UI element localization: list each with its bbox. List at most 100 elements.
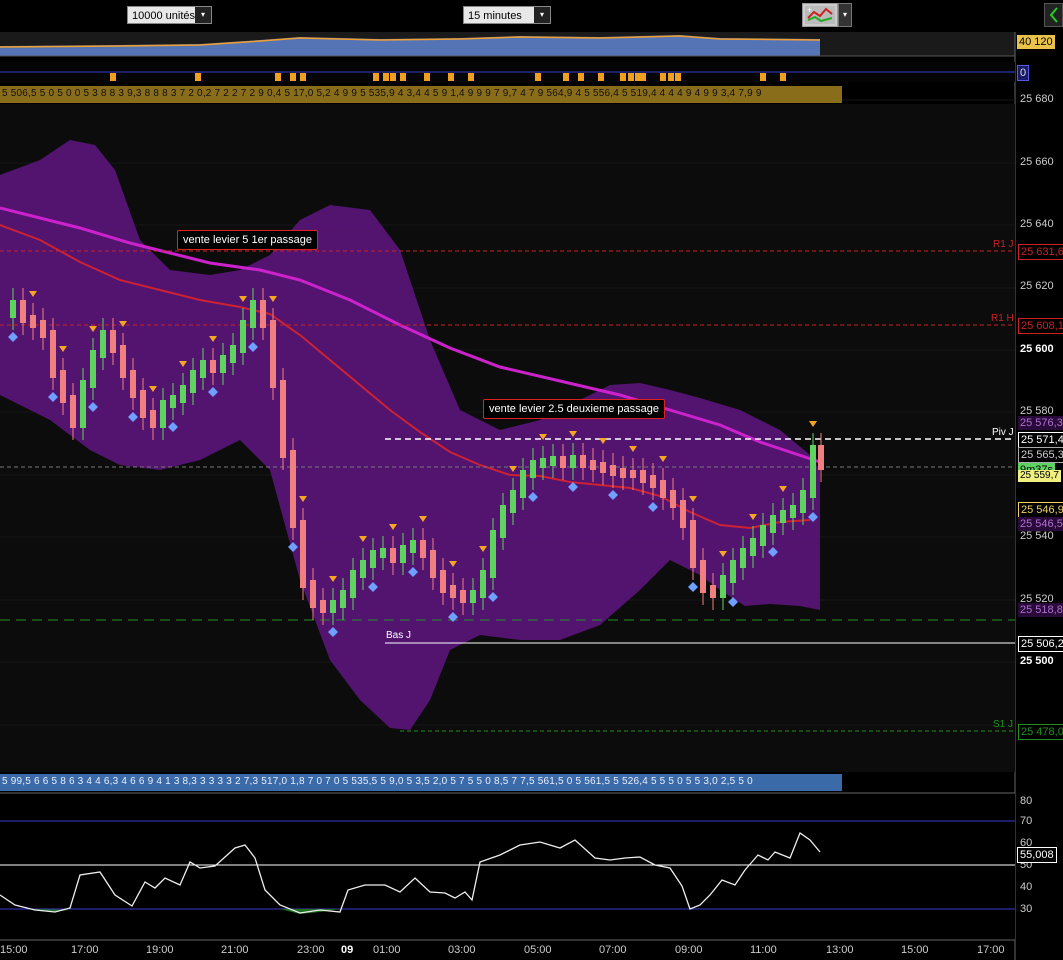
signal-marker xyxy=(448,73,454,81)
day-low-label: Bas J xyxy=(386,630,412,641)
candle-body xyxy=(730,560,736,583)
signal-marker xyxy=(780,73,786,81)
band-upper-tag: 25 576,3 xyxy=(1018,416,1063,430)
candle-body xyxy=(490,530,496,578)
candle-body xyxy=(740,548,746,568)
candle-body xyxy=(310,580,316,608)
candle-body xyxy=(810,445,816,498)
candle-body xyxy=(370,550,376,568)
candle-body xyxy=(570,455,576,468)
candle-body xyxy=(320,600,326,613)
oscillator-tick: 70 xyxy=(1020,815,1033,827)
time-tick: 13:00 xyxy=(826,944,854,956)
r1-day-label: R1 J xyxy=(993,239,1014,250)
time-tick: 01:00 xyxy=(373,944,401,956)
candle-body xyxy=(160,400,166,428)
candle-body xyxy=(230,345,236,363)
candle-body xyxy=(20,300,26,323)
candle-body xyxy=(270,320,276,388)
candle-body xyxy=(380,548,386,558)
candle-body xyxy=(410,540,416,553)
signal-marker xyxy=(628,73,634,81)
candle-body xyxy=(540,458,546,468)
trade-note-2[interactable]: vente levier 2.5 deuxieme passage xyxy=(483,399,665,419)
candle-body xyxy=(480,570,486,598)
volume-strip-bottom: 5 99,5 6 6 5 8 6 3 4 4 6,3 4 6 6 9 4 1 3… xyxy=(0,774,842,791)
signal-marker xyxy=(424,73,430,81)
candle-body xyxy=(700,560,706,593)
candle-body xyxy=(250,300,256,328)
volume-strip-bottom-text: 5 99,5 6 6 5 8 6 3 4 4 6,3 4 6 6 9 4 1 3… xyxy=(2,776,753,787)
signal-marker xyxy=(400,73,406,81)
signal-marker xyxy=(373,73,379,81)
price-tick: 25 660 xyxy=(1020,156,1054,168)
candle-body xyxy=(400,545,406,563)
candle-body xyxy=(680,500,686,528)
candle-body xyxy=(530,460,536,478)
candle-body xyxy=(580,455,586,468)
signal-marker xyxy=(578,73,584,81)
signal-marker xyxy=(390,73,396,81)
candle-body xyxy=(660,480,666,498)
price-tag: 25 565,3 xyxy=(1018,447,1063,463)
signal-value-tag: 0 xyxy=(1017,65,1030,81)
volume-strip-top-text: 5 506,5 5 0 5 0 0 5 3 8 8 3 9,3 8 8 8 3 … xyxy=(2,88,762,99)
time-tick: 23:00 xyxy=(297,944,325,956)
candle-body xyxy=(170,395,176,408)
signal-marker xyxy=(563,73,569,81)
s1-day-tag: 25 478,0 xyxy=(1018,724,1063,740)
oscillator-tick: 80 xyxy=(1020,795,1033,807)
candle-body xyxy=(630,470,636,478)
candle-body xyxy=(120,345,126,378)
band-lower-tag: 25 546,5 xyxy=(1018,517,1063,531)
volume-strip-top: 5 506,5 5 0 5 0 0 5 3 8 8 3 9,3 8 8 8 3 … xyxy=(0,86,842,103)
candle-body xyxy=(220,355,226,373)
price-chart[interactable] xyxy=(0,0,1063,960)
s1-day-label: S1 J xyxy=(993,719,1014,730)
oscillator-panel xyxy=(0,793,1015,940)
price-tick: 25 500 xyxy=(1020,655,1054,667)
candle-body xyxy=(520,470,526,498)
candle-body xyxy=(280,380,286,458)
signal-marker xyxy=(675,73,681,81)
time-tick: 11:00 xyxy=(750,944,777,956)
candle-body xyxy=(90,350,96,388)
time-tick: 07:00 xyxy=(599,944,627,956)
candle-body xyxy=(360,560,366,578)
candle-body xyxy=(440,570,446,593)
oscillator-tick: 40 xyxy=(1020,881,1033,893)
oscillator-tick: 30 xyxy=(1020,903,1033,915)
candle-body xyxy=(690,520,696,568)
oscillator-value-tag: 55,008 xyxy=(1017,847,1057,863)
trade-note-1[interactable]: vente levier 5 1er passage xyxy=(177,230,319,250)
candle-body xyxy=(640,470,646,483)
candle-body xyxy=(130,370,136,398)
price-tag: 25 546,9 xyxy=(1018,502,1063,518)
candle-body xyxy=(190,370,196,393)
candle-body xyxy=(210,360,216,373)
time-tick: 17:00 xyxy=(71,944,99,956)
time-tick: 21:00 xyxy=(221,944,249,956)
candle-body xyxy=(290,450,296,528)
candle-body xyxy=(70,395,76,428)
candle-body xyxy=(110,330,116,353)
candle-body xyxy=(50,330,56,378)
candle-body xyxy=(550,456,556,466)
candle-body xyxy=(80,380,86,428)
overview-value-tag: 40 120 xyxy=(1017,35,1055,49)
candle-body xyxy=(450,585,456,598)
signal-marker xyxy=(620,73,626,81)
candle-body xyxy=(620,468,626,478)
candle-body xyxy=(140,390,146,418)
candle-body xyxy=(510,490,516,513)
band-tag: 25 518,8 xyxy=(1018,603,1063,617)
price-tick: 25 680 xyxy=(1020,93,1054,105)
candle-body xyxy=(560,456,566,468)
candle-body xyxy=(350,570,356,598)
candle-body xyxy=(610,465,616,476)
candle-body xyxy=(670,490,676,508)
candle-body xyxy=(260,300,266,328)
time-tick: 15:00 xyxy=(901,944,929,956)
candle-body xyxy=(750,538,756,556)
candle-body xyxy=(430,550,436,578)
